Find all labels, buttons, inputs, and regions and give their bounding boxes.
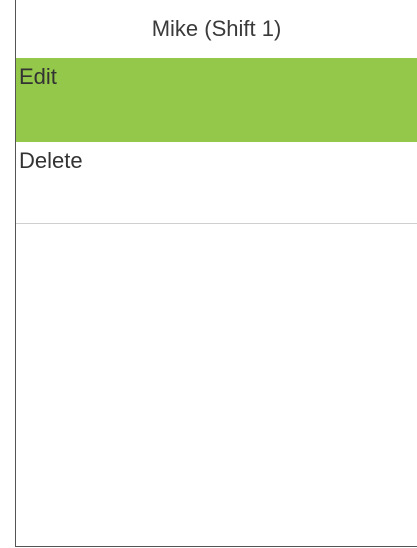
menu-item-delete[interactable]: Delete <box>16 142 417 224</box>
device-screen: Mike (Shift 1) Edit Delete <box>15 0 417 547</box>
menu-item-label: Delete <box>19 148 83 173</box>
page-title: Mike (Shift 1) <box>16 0 417 58</box>
menu-item-edit[interactable]: Edit <box>16 58 417 142</box>
options-menu: Edit Delete <box>16 58 417 224</box>
page-title-text: Mike (Shift 1) <box>151 16 282 41</box>
menu-item-label: Edit <box>19 64 57 89</box>
